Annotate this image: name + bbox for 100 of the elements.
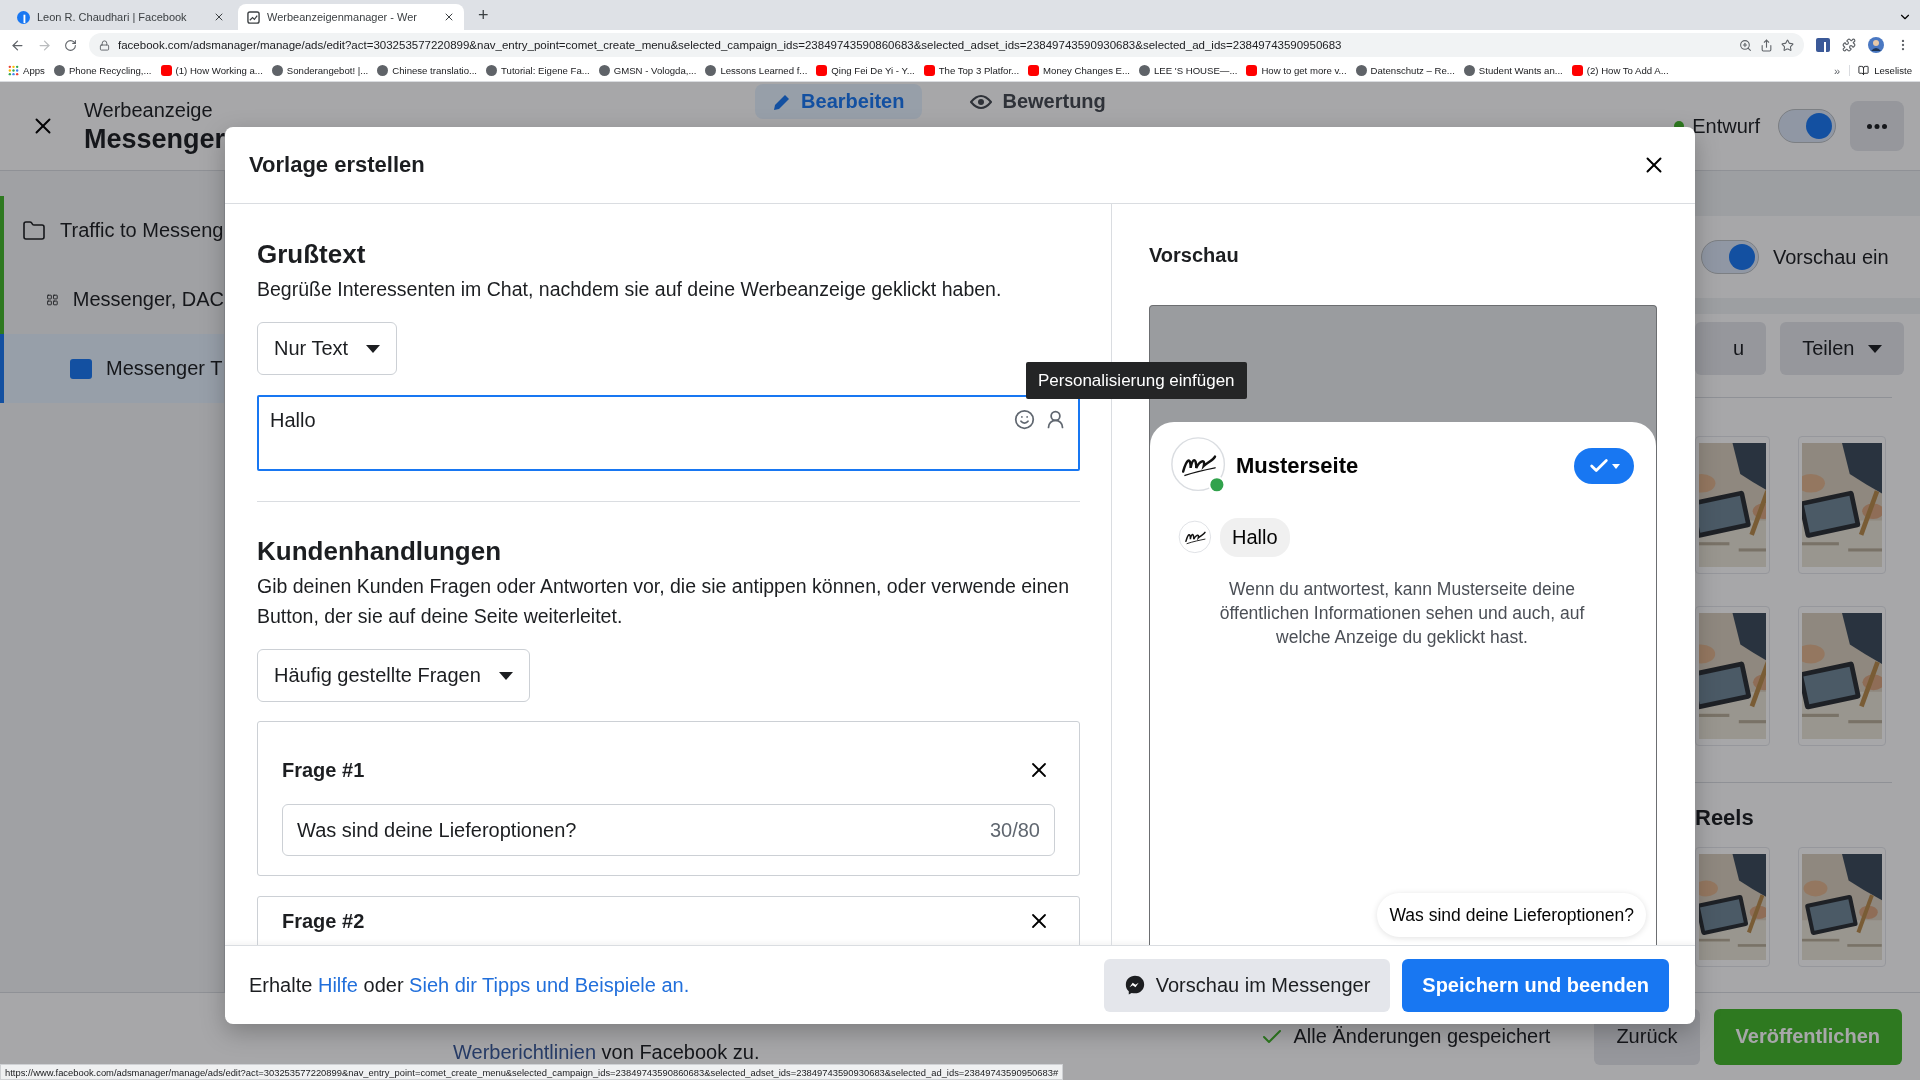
reading-list-icon bbox=[1858, 65, 1870, 76]
header-tab[interactable]: Bewertung bbox=[952, 84, 1124, 119]
site-icon bbox=[1139, 65, 1150, 76]
page-avatar bbox=[1178, 519, 1214, 556]
bookmark-link[interactable]: (2) How To Add A... bbox=[1571, 65, 1669, 76]
sidebar-item[interactable]: Messenger T bbox=[0, 334, 224, 403]
share-menu-button[interactable]: Teilen bbox=[1780, 322, 1905, 375]
bookmark-star-icon[interactable] bbox=[1781, 38, 1794, 52]
more-button[interactable] bbox=[1850, 101, 1904, 151]
site-icon bbox=[377, 65, 389, 76]
facebook-extension-icon[interactable] bbox=[1816, 38, 1830, 52]
facebook-icon bbox=[17, 10, 30, 24]
preview-heading: Vorschau bbox=[1149, 244, 1240, 267]
quick-reply-button[interactable]: Was sind deine Lieferoptionen? bbox=[1377, 893, 1646, 937]
browser-tab[interactable]: Leon R. Chaudhari | Facebook bbox=[8, 4, 234, 30]
more-bookmarks-button[interactable]: » bbox=[1834, 64, 1841, 77]
close-icon[interactable] bbox=[443, 11, 455, 23]
bookmark-link[interactable]: Tutorial: Eigene Fa... bbox=[486, 65, 590, 76]
video-site-icon bbox=[816, 65, 828, 76]
video-site-icon bbox=[1246, 65, 1258, 76]
video-site-icon bbox=[160, 65, 172, 76]
site-icon bbox=[486, 65, 498, 76]
bookmark-link[interactable]: Phone Recycling,... bbox=[53, 65, 152, 76]
question-input[interactable]: Was sind deine Lieferoptionen? bbox=[297, 818, 990, 842]
bookmark-link[interactable]: Datenschutz – Re... bbox=[1355, 65, 1455, 76]
question-label: Frage #1 bbox=[282, 758, 365, 782]
page-name: Musterseite bbox=[1236, 453, 1360, 479]
help-link[interactable]: Sieh dir Tipps und Beispiele an. bbox=[409, 973, 690, 996]
page-title: Messenger bbox=[84, 123, 226, 155]
bookmark-link[interactable]: How to get more v... bbox=[1246, 65, 1347, 76]
reading-list-button[interactable]: Leseliste bbox=[1849, 65, 1912, 76]
bookmark-link[interactable]: LEE 'S HOUSE—... bbox=[1139, 65, 1238, 76]
bookmark-link[interactable]: Lessons Learned f... bbox=[705, 65, 808, 76]
section-heading: Kundenhandlungen bbox=[257, 535, 503, 567]
caret-icon bbox=[1868, 344, 1883, 353]
site-icon bbox=[1355, 65, 1367, 76]
caret-icon bbox=[366, 344, 381, 353]
new-tab-button[interactable]: + bbox=[478, 5, 489, 26]
toolbar-button[interactable]: u bbox=[1695, 322, 1767, 375]
site-icon bbox=[598, 65, 610, 76]
reload-icon[interactable] bbox=[64, 38, 77, 52]
pencil-icon bbox=[773, 92, 792, 111]
toggle-switch[interactable] bbox=[1701, 240, 1759, 274]
bookmark-link[interactable]: Sonderangebot! |... bbox=[271, 65, 369, 76]
save-button[interactable]: Speichern und beenden bbox=[1402, 958, 1669, 1012]
bookmark-link[interactable]: (1) How Working a... bbox=[160, 65, 263, 76]
messenger-icon bbox=[1123, 974, 1146, 996]
ad-icon bbox=[70, 358, 92, 379]
site-icon bbox=[271, 65, 283, 76]
policy-text: Werberichtlinien von Facebook zu. bbox=[453, 1041, 760, 1064]
page-subtitle: Werbeanzeige bbox=[84, 98, 214, 123]
messenger-preview-button[interactable]: Vorschau im Messenger bbox=[1103, 958, 1391, 1012]
bookmark-link[interactable]: Chinese translatio... bbox=[377, 65, 478, 76]
greeting-field[interactable]: Hallo bbox=[257, 395, 1080, 471]
message-input[interactable]: Hallo bbox=[270, 409, 1004, 431]
bookmark-link[interactable]: Qing Fei De Yi - Y... bbox=[816, 65, 915, 76]
folder-icon bbox=[22, 218, 46, 243]
bookmark-link[interactable]: The Top 3 Platfor... bbox=[923, 65, 1020, 76]
question-label: Frage #2 bbox=[282, 909, 365, 933]
dialog-title: Vorlage erstellen bbox=[249, 152, 425, 178]
browser-tab[interactable]: Werbeanzeigenmanager - Wer bbox=[238, 4, 464, 30]
format-dropdown[interactable]: Nur Text bbox=[257, 322, 398, 375]
back-icon[interactable] bbox=[10, 37, 25, 53]
status-url: https://www.facebook.com/adsmanager/manage/ads/edit?act=303253577220899&nav_entry_point=comet_create_menu&selected_campaign_ids=23849743590860683&selected_adset_ids=23849743590930683&selected_ad_ids=23849743590950683# bbox=[0, 1064, 1064, 1080]
action-type-dropdown[interactable]: Häufig gestellte Fragen bbox=[257, 649, 530, 702]
privacy-notice: Wenn du antwortest, kann Musterseite deine öffentlichen Informationen sehen und auch, auf welche Anzeige du geklickt hast. bbox=[1218, 578, 1586, 649]
help-text: Erhalte Hilfe oder Sieh dir Tipps und Beispiele an. bbox=[249, 973, 691, 997]
section-description: Gib deinen Kunden Fragen oder Antworten vor, die sie antippen können, oder verwende einen Button, der sie auf deine Seite weiterleitet. bbox=[257, 574, 1070, 629]
status-label: Entwurf bbox=[1692, 114, 1760, 138]
question-field[interactable]: Was sind deine Lieferoptionen? 30/80 bbox=[282, 804, 1055, 856]
video-site-icon bbox=[923, 65, 935, 76]
section-heading: Grußtext bbox=[257, 238, 367, 270]
tooltip: Personalisierung einfügen bbox=[1026, 362, 1247, 399]
personalization-icon[interactable] bbox=[1045, 409, 1066, 430]
eye-icon bbox=[970, 94, 993, 109]
profile-avatar-icon[interactable] bbox=[1868, 37, 1884, 53]
site-icon bbox=[53, 65, 65, 76]
emoji-icon[interactable] bbox=[1014, 409, 1035, 430]
lock-icon bbox=[99, 39, 110, 51]
apps-grid-icon bbox=[8, 65, 19, 76]
section-heading: Reels bbox=[1695, 805, 1755, 831]
check-menu-button[interactable] bbox=[1574, 448, 1634, 484]
bookmark-link[interactable]: GMSN - Vologda,... bbox=[598, 65, 697, 76]
extensions-icon[interactable] bbox=[1842, 38, 1856, 52]
message-bubble: Hallo bbox=[1220, 518, 1290, 557]
zoom-icon[interactable] bbox=[1739, 38, 1752, 52]
video-site-icon bbox=[1028, 65, 1040, 76]
policy-link[interactable]: Werberichtlinien bbox=[453, 1041, 597, 1063]
toggle-label: Vorschau ein bbox=[1773, 245, 1889, 269]
character-counter: 30/80 bbox=[989, 818, 1040, 842]
bookmark-link[interactable]: Money Changes E... bbox=[1028, 65, 1130, 76]
caret-icon bbox=[498, 671, 513, 680]
bookmark-link[interactable]: Apps bbox=[8, 65, 45, 76]
bookmark-link[interactable]: Student Wants an... bbox=[1463, 65, 1563, 76]
close-icon[interactable] bbox=[213, 11, 225, 23]
help-link[interactable]: Hilfe bbox=[317, 973, 358, 996]
toggle-switch[interactable] bbox=[1778, 109, 1836, 143]
more-icon bbox=[1867, 123, 1887, 129]
site-icon bbox=[1463, 65, 1475, 76]
share-icon[interactable] bbox=[1760, 38, 1773, 52]
